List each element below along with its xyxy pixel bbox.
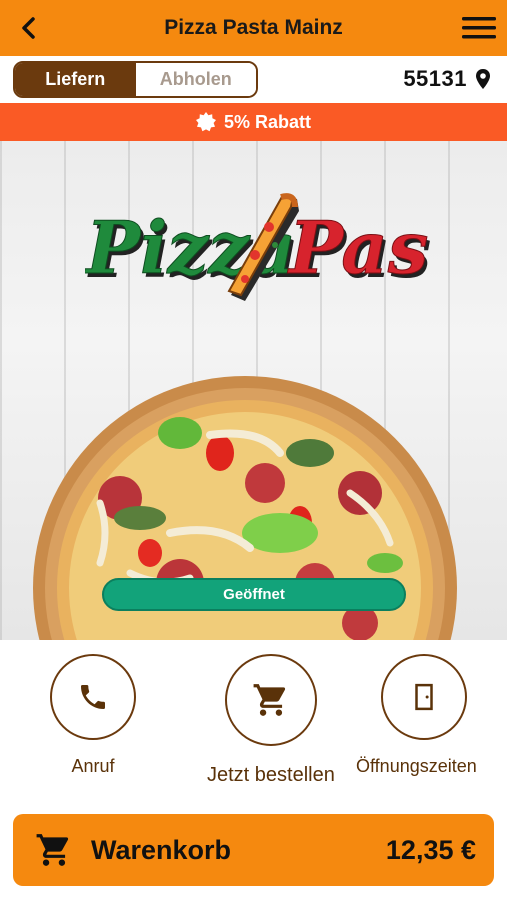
hours-button[interactable] [380,654,467,740]
door-icon [415,683,433,711]
order-button[interactable] [224,654,317,746]
mode-delivery-button[interactable]: Liefern [15,63,136,96]
app-header: Pizza Pasta Mainz [0,0,507,56]
open-status-badge[interactable]: Geöffnet [102,578,406,611]
hours-action[interactable]: Öffnungszeiten [356,654,477,777]
promo-text: 5% Rabatt [223,111,312,132]
mode-row: Liefern Abholen 55131 [0,56,507,103]
chevron-left-icon [22,17,35,39]
hours-label: Öffnungszeiten [356,756,477,776]
logo-word-pasta: Pasta [287,205,430,290]
cart-icon [253,684,286,716]
hamburger-icon [462,17,496,39]
zip-code: 55131 [403,66,467,91]
order-action[interactable]: Jetzt bestellen [207,654,335,787]
call-label: Anruf [71,756,115,776]
cart-icon [36,834,69,866]
badge-icon [195,112,216,132]
cart-button[interactable]: Warenkorb 12,35 € [13,814,494,886]
menu-button[interactable] [461,14,497,42]
call-button[interactable] [50,654,136,740]
phone-icon [81,685,105,709]
order-label: Jetzt bestellen [207,764,335,786]
cart-label: Warenkorb [91,834,232,865]
page-title: Pizza Pasta Mainz [164,16,343,39]
restaurant-logo: Pizza Pizza Pasta Pasta [85,193,430,301]
delivery-mode-toggle: Liefern Abholen [13,61,258,98]
map-pin-icon [476,69,490,89]
quick-actions: Anruf Jetzt bestellen Öffnungszeiten [0,640,507,800]
call-action[interactable]: Anruf [50,654,136,777]
cart-total: 12,35 € [385,834,476,865]
hero-image: Pizza Pizza Pasta Pasta [0,141,507,640]
back-button[interactable] [14,14,42,42]
mode-pickup-button[interactable]: Abholen [135,63,256,96]
location-selector[interactable]: 55131 [403,66,491,92]
promo-banner: 5% Rabatt [0,103,507,141]
